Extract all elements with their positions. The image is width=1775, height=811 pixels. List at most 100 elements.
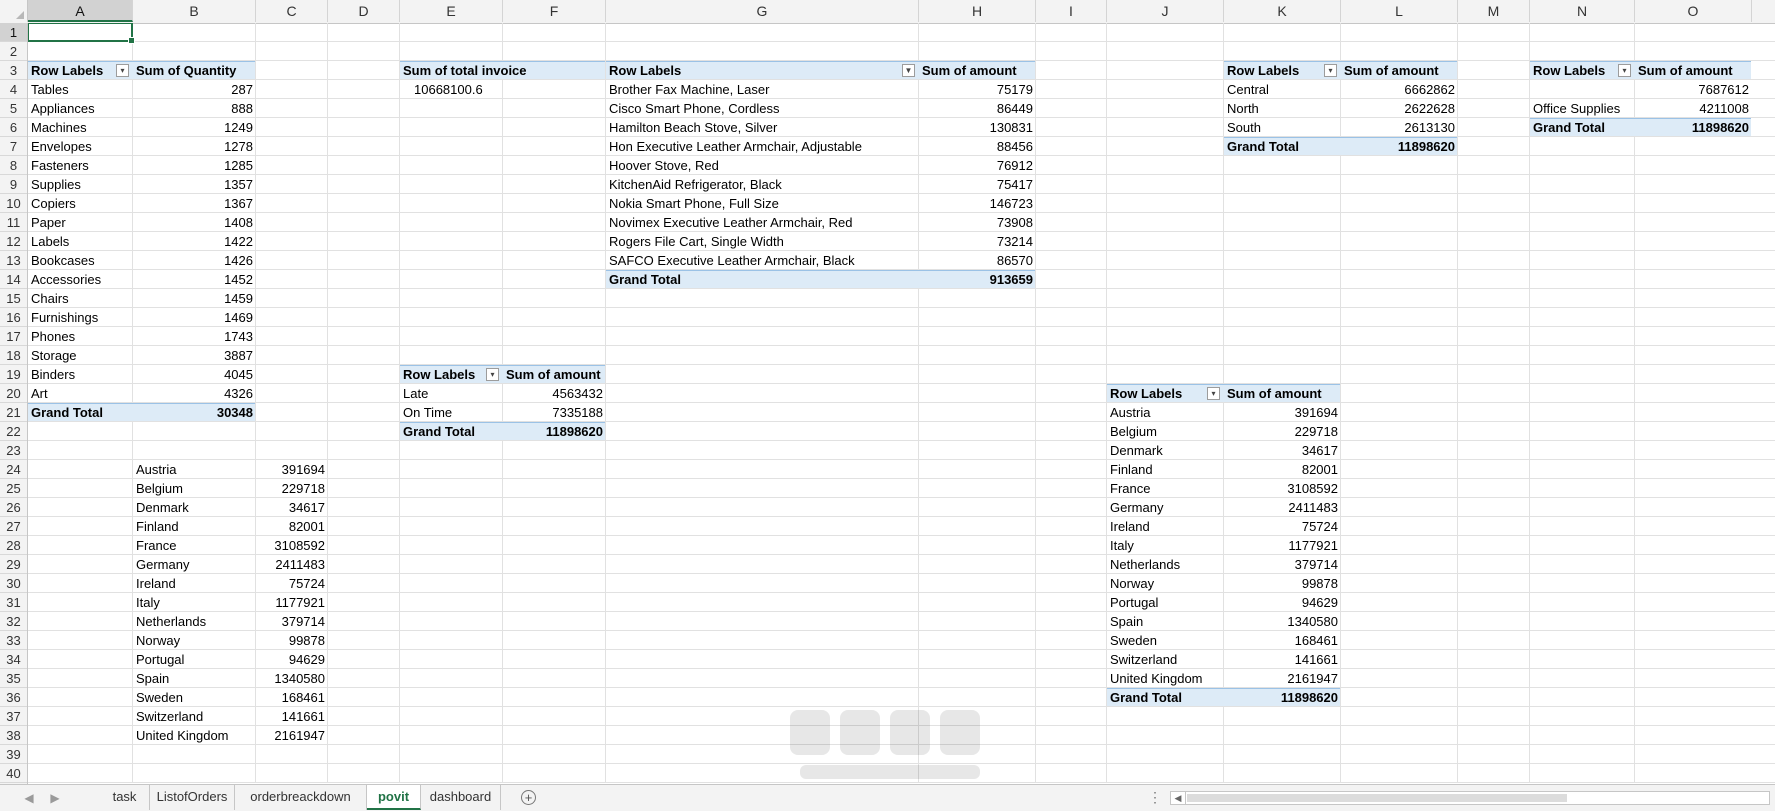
pivot-row-value[interactable]: 146723 [919, 194, 1036, 213]
pivot-row-label[interactable]: Germany [1107, 498, 1224, 517]
country-value[interactable]: 391694 [256, 460, 328, 479]
row-header-17[interactable]: 17 [0, 327, 27, 346]
country-value[interactable]: 379714 [256, 612, 328, 631]
grand-total-label[interactable]: Grand Total [1107, 688, 1224, 707]
column-header-b[interactable]: B [133, 0, 256, 22]
scroll-left-icon[interactable]: ◀ [1171, 792, 1186, 804]
country-label[interactable]: Denmark [133, 498, 256, 517]
grand-total-label[interactable]: Grand Total [28, 403, 133, 422]
pivot-row-label[interactable]: United Kingdom [1107, 669, 1224, 688]
country-value[interactable]: 229718 [256, 479, 328, 498]
pivot-row-value[interactable]: 141661 [1224, 650, 1341, 669]
pivot-row-value[interactable]: 168461 [1224, 631, 1341, 650]
row-header-10[interactable]: 10 [0, 194, 27, 213]
fill-handle[interactable] [128, 37, 135, 44]
row-header-33[interactable]: 33 [0, 631, 27, 650]
pivot-row-label[interactable]: Belgium [1107, 422, 1224, 441]
row-header-22[interactable]: 22 [0, 422, 27, 441]
country-value[interactable]: 34617 [256, 498, 328, 517]
pivot-row-label[interactable]: Ireland [1107, 517, 1224, 536]
filter-applied-icon[interactable]: ▼ [902, 64, 915, 77]
country-value[interactable]: 1177921 [256, 593, 328, 612]
pivot-row-value[interactable]: 1367 [133, 194, 256, 213]
column-header-n[interactable]: N [1530, 0, 1635, 22]
pivot-row-value[interactable]: 99878 [1224, 574, 1341, 593]
pivot-row-label[interactable]: Rogers File Cart, Single Width [606, 232, 919, 251]
pivot-header-value[interactable]: Sum of Quantity [133, 61, 256, 80]
pivot-row-label[interactable]: Netherlands [1107, 555, 1224, 574]
row-header-21[interactable]: 21 [0, 403, 27, 422]
column-header-f[interactable]: F [503, 0, 606, 22]
country-label[interactable]: Finland [133, 517, 256, 536]
column-header-l[interactable]: L [1341, 0, 1458, 22]
scroll-thumb[interactable] [1187, 794, 1567, 802]
row-header-36[interactable]: 36 [0, 688, 27, 707]
pivot-row-value[interactable]: 1459 [133, 289, 256, 308]
pivot-row-value[interactable]: 34617 [1224, 441, 1341, 460]
country-label[interactable]: France [133, 536, 256, 555]
row-header-19[interactable]: 19 [0, 365, 27, 384]
pivot-row-label[interactable]: South [1224, 118, 1341, 137]
grand-total-label[interactable]: Grand Total [1530, 118, 1635, 137]
row-header-12[interactable]: 12 [0, 232, 27, 251]
pivot-row-value[interactable]: 1426 [133, 251, 256, 270]
row-header-1[interactable]: 1 [0, 23, 27, 42]
country-value[interactable]: 99878 [256, 631, 328, 650]
pivot-row-label[interactable]: Denmark [1107, 441, 1224, 460]
pivot-row-label[interactable]: Art [28, 384, 133, 403]
pivot-row-value[interactable]: 1177921 [1224, 536, 1341, 555]
pivot-row-value[interactable]: 1278 [133, 137, 256, 156]
sheet-tab-task[interactable]: task [100, 785, 150, 810]
grand-total-value[interactable]: 11898620 [1635, 118, 1752, 137]
column-header-m[interactable]: M [1458, 0, 1530, 22]
country-value[interactable]: 2161947 [256, 726, 328, 745]
pivot-row-label[interactable]: Tables [28, 80, 133, 99]
chevron-right-icon[interactable]: ▶ [44, 785, 66, 811]
pivot-row-value[interactable]: 73214 [919, 232, 1036, 251]
column-header-d[interactable]: D [328, 0, 400, 22]
pivot-row-label[interactable]: Labels [28, 232, 133, 251]
pivot-row-label[interactable]: Italy [1107, 536, 1224, 555]
row-header-20[interactable]: 20 [0, 384, 27, 403]
row-header-8[interactable]: 8 [0, 156, 27, 175]
pivot-row-label[interactable]: Brother Fax Machine, Laser [606, 80, 919, 99]
row-header-6[interactable]: 6 [0, 118, 27, 137]
sheet-tab-listoforders[interactable]: ListofOrders [150, 785, 235, 810]
pivot-row-label[interactable] [1530, 80, 1635, 99]
pivot-row-label[interactable]: Late [400, 384, 503, 403]
row-header-7[interactable]: 7 [0, 137, 27, 156]
pivot-row-value[interactable]: 3108592 [1224, 479, 1341, 498]
column-header-j[interactable]: J [1107, 0, 1224, 22]
pivot-row-label[interactable]: Furnishings [28, 308, 133, 327]
pivot-header-value[interactable]: Sum of total invoice [400, 61, 606, 80]
row-header-2[interactable]: 2 [0, 42, 27, 61]
pivot-row-value[interactable]: 2613130 [1341, 118, 1458, 137]
invoice-total-value[interactable]: 10668100.6 [400, 80, 503, 99]
row-header-37[interactable]: 37 [0, 707, 27, 726]
column-header-c[interactable]: C [256, 0, 328, 22]
pivot-row-value[interactable]: 73908 [919, 213, 1036, 232]
pivot-row-value[interactable]: 88456 [919, 137, 1036, 156]
row-header-23[interactable]: 23 [0, 441, 27, 460]
pivot-row-value[interactable]: 6662862 [1341, 80, 1458, 99]
grand-total-value[interactable]: 913659 [919, 270, 1036, 289]
country-label[interactable]: Ireland [133, 574, 256, 593]
grand-total-label[interactable]: Grand Total [1224, 137, 1341, 156]
row-header-27[interactable]: 27 [0, 517, 27, 536]
pivot-row-value[interactable]: 130831 [919, 118, 1036, 137]
pivot-row-value[interactable]: 1452 [133, 270, 256, 289]
pivot-row-label[interactable]: Copiers [28, 194, 133, 213]
pivot-row-value[interactable]: 229718 [1224, 422, 1341, 441]
grand-total-value[interactable]: 30348 [133, 403, 256, 422]
pivot-row-label[interactable]: Accessories [28, 270, 133, 289]
row-header-39[interactable]: 39 [0, 745, 27, 764]
plus-icon[interactable]: + [521, 790, 536, 805]
pivot-row-label[interactable]: Austria [1107, 403, 1224, 422]
country-value[interactable]: 94629 [256, 650, 328, 669]
row-header-13[interactable]: 13 [0, 251, 27, 270]
pivot-row-value[interactable]: 379714 [1224, 555, 1341, 574]
pivot-header-value[interactable]: Sum of amount [1635, 61, 1752, 80]
pivot-row-label[interactable]: Central [1224, 80, 1341, 99]
pivot-row-label[interactable]: Supplies [28, 175, 133, 194]
pivot-row-value[interactable]: 1340580 [1224, 612, 1341, 631]
